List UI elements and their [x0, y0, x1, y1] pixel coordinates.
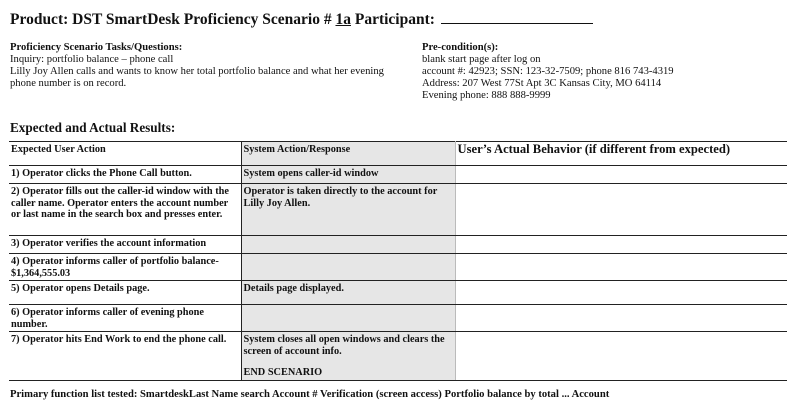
- results-table: Expected User Action System Action/Respo…: [9, 141, 787, 381]
- footer-functions-line: Primary function list tested: SmartdeskL…: [10, 389, 610, 400]
- system-response-cell: System opens caller-id window: [241, 165, 456, 184]
- actual-behavior-cell[interactable]: [455, 165, 787, 184]
- expected-action-cell: 2) Operator fills out the caller-id wind…: [9, 183, 242, 236]
- expected-action-cell: 1) Operator clicks the Phone Call button…: [9, 165, 242, 184]
- column-header-actual: User’s Actual Behavior (if different fro…: [455, 141, 787, 166]
- tasks-description: Lilly Joy Allen calls and wants to know …: [10, 66, 384, 89]
- system-response-cell: Operator is taken directly to the accoun…: [241, 183, 456, 236]
- precondition-line: blank start page after log on: [422, 54, 541, 65]
- table-row: 3) Operator verifies the account informa…: [9, 235, 787, 254]
- table-row: 7) Operator hits End Work to end the pho…: [9, 331, 787, 381]
- system-response-cell: Details page displayed.: [241, 280, 456, 305]
- tasks-inquiry: Inquiry: portfolio balance – phone call: [10, 54, 174, 65]
- preconditions-section: Pre-condition(s): blank start page after…: [422, 42, 782, 102]
- actual-behavior-cell[interactable]: [455, 280, 787, 305]
- title-prefix: Product: DST SmartDesk Proficiency Scena…: [10, 11, 332, 28]
- scenario-number: 1a: [335, 11, 351, 28]
- table-row: 5) Operator opens Details page. Details …: [9, 280, 787, 305]
- end-scenario-label: END SCENARIO: [243, 367, 323, 378]
- document-title: Product: DST SmartDesk Proficiency Scena…: [10, 11, 593, 29]
- system-response-cell: [241, 235, 456, 254]
- results-heading: Expected and Actual Results:: [10, 120, 176, 135]
- table-row: 2) Operator fills out the caller-id wind…: [9, 183, 787, 236]
- actual-behavior-cell[interactable]: [455, 304, 787, 332]
- participant-blank-line[interactable]: [440, 11, 593, 24]
- table-row: 4) Operator informs caller of portfolio …: [9, 253, 787, 281]
- table-row: 6) Operator informs caller of evening ph…: [9, 304, 787, 332]
- table-row: 1) Operator clicks the Phone Call button…: [9, 165, 787, 184]
- tasks-section: Proficiency Scenario Tasks/Questions: In…: [10, 42, 410, 90]
- column-header-system: System Action/Response: [241, 141, 456, 166]
- actual-behavior-cell[interactable]: [455, 253, 787, 281]
- system-response-cell: [241, 253, 456, 281]
- actual-behavior-cell[interactable]: [455, 331, 787, 381]
- precondition-line: Address: 207 West 77St Apt 3C Kansas Cit…: [422, 78, 662, 89]
- precondition-line: account #: 42923; SSN: 123-32-7509; phon…: [422, 66, 674, 77]
- expected-action-cell: 3) Operator verifies the account informa…: [9, 235, 242, 254]
- expected-action-cell: 4) Operator informs caller of portfolio …: [9, 253, 242, 281]
- table-header-row: Expected User Action System Action/Respo…: [9, 141, 787, 166]
- expected-action-cell: 6) Operator informs caller of evening ph…: [9, 304, 242, 332]
- expected-action-cell: 5) Operator opens Details page.: [9, 280, 242, 305]
- expected-action-cell: 7) Operator hits End Work to end the pho…: [9, 331, 242, 381]
- system-response-cell: System closes all open windows and clear…: [241, 331, 456, 381]
- tasks-heading: Proficiency Scenario Tasks/Questions:: [10, 42, 183, 53]
- title-suffix: Participant:: [354, 11, 435, 28]
- actual-behavior-cell[interactable]: [455, 183, 787, 236]
- precondition-line: Evening phone: 888 888-9999: [422, 90, 551, 101]
- preconditions-heading: Pre-condition(s):: [422, 42, 499, 53]
- column-header-expected: Expected User Action: [9, 141, 242, 166]
- system-response-text: System closes all open windows and clear…: [243, 334, 445, 357]
- actual-behavior-cell[interactable]: [455, 235, 787, 254]
- system-response-cell: [241, 304, 456, 332]
